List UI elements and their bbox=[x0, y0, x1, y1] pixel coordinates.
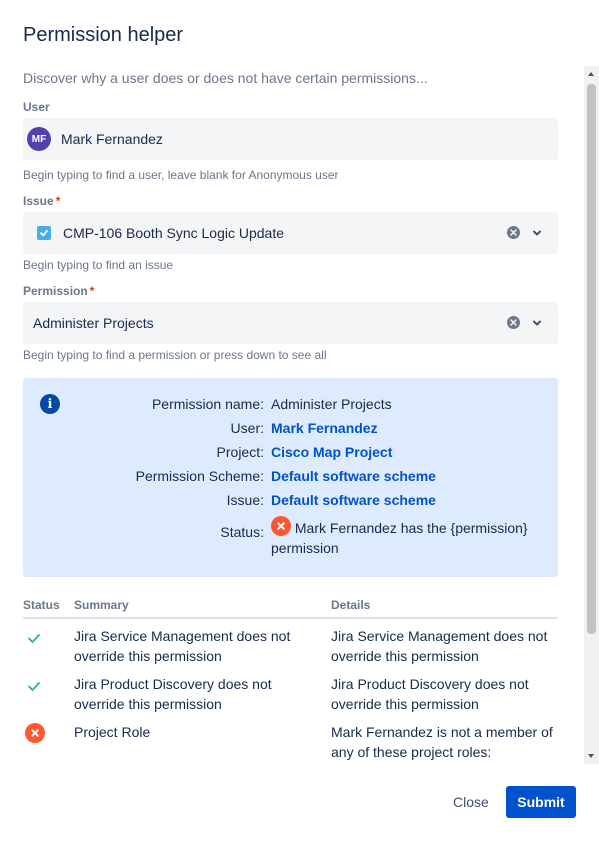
scroll-down-arrow-icon[interactable] bbox=[588, 754, 594, 758]
table-divider bbox=[23, 617, 558, 619]
dialog-description: Discover why a user does or does not hav… bbox=[23, 70, 428, 86]
user-helper-text: Begin typing to find a user, leave blank… bbox=[23, 168, 339, 182]
error-icon bbox=[271, 516, 291, 536]
table-header-details: Details bbox=[331, 598, 371, 612]
chevron-down-icon[interactable] bbox=[530, 316, 544, 330]
status-message: Mark Fernandez has the {permission} perm… bbox=[271, 516, 541, 558]
error-icon bbox=[25, 723, 45, 743]
dialog-title: Permission helper bbox=[23, 24, 184, 46]
permission-helper-dialog: Permission helper Discover why a user do… bbox=[0, 0, 599, 841]
user-label: User bbox=[23, 100, 50, 114]
issue-select-value: CMP-106 Booth Sync Logic Update bbox=[63, 225, 285, 241]
check-icon bbox=[28, 682, 40, 691]
permission-info-panel: i Permission name: Administer Projects U… bbox=[23, 378, 558, 577]
info-value: Administer Projects bbox=[271, 396, 392, 412]
user-label-text: User bbox=[23, 100, 50, 114]
info-key: User: bbox=[230, 420, 264, 436]
issue-scheme-link[interactable]: Default software scheme bbox=[271, 490, 436, 510]
issue-select[interactable]: CMP-106 Booth Sync Logic Update bbox=[23, 212, 558, 254]
required-marker: * bbox=[89, 284, 95, 298]
row-details: Mark Fernandez is not a member of any of… bbox=[331, 724, 553, 760]
vertical-scrollbar[interactable] bbox=[584, 66, 599, 764]
permission-select-value: Administer Projects bbox=[33, 315, 154, 331]
close-button[interactable]: Close bbox=[441, 786, 501, 818]
row-details: Jira Service Management does not overrid… bbox=[331, 628, 548, 664]
info-key: Status: bbox=[220, 524, 264, 540]
permission-scheme-link[interactable]: Default software scheme bbox=[271, 466, 436, 486]
project-link[interactable]: Cisco Map Project bbox=[271, 442, 392, 462]
row-details: Jira Product Discovery does not override… bbox=[331, 676, 529, 712]
check-icon bbox=[28, 634, 40, 643]
permission-helper-text: Begin typing to find a permission or pre… bbox=[23, 348, 327, 362]
table-header-summary: Summary bbox=[74, 598, 129, 612]
status-text: Mark Fernandez has the {permission} perm… bbox=[271, 520, 528, 556]
issue-label: Issue * bbox=[23, 194, 60, 208]
user-select-value: Mark Fernandez bbox=[61, 131, 163, 147]
issue-label-text: Issue bbox=[23, 194, 54, 208]
task-checkbox-icon bbox=[37, 226, 51, 240]
info-icon: i bbox=[40, 394, 60, 414]
clear-icon[interactable] bbox=[507, 316, 520, 329]
permission-label: Permission * bbox=[23, 284, 94, 298]
info-key: Permission Scheme: bbox=[135, 468, 264, 484]
info-key: Project: bbox=[216, 444, 264, 460]
user-link[interactable]: Mark Fernandez bbox=[271, 418, 378, 438]
chevron-down-icon[interactable] bbox=[530, 226, 544, 240]
avatar: MF bbox=[27, 127, 51, 151]
user-select[interactable]: MF Mark Fernandez bbox=[23, 118, 558, 160]
row-summary: Jira Service Management does not overrid… bbox=[74, 628, 291, 664]
scroll-up-arrow-icon[interactable] bbox=[588, 72, 594, 76]
table-header-status: Status bbox=[23, 598, 60, 612]
permission-select[interactable]: Administer Projects bbox=[23, 302, 558, 344]
clear-icon[interactable] bbox=[507, 226, 520, 239]
required-marker: * bbox=[55, 194, 61, 208]
submit-button[interactable]: Submit bbox=[506, 786, 576, 818]
issue-helper-text: Begin typing to find an issue bbox=[23, 258, 174, 272]
info-key: Issue: bbox=[226, 492, 264, 508]
dialog-body[interactable]: Discover why a user does or does not hav… bbox=[0, 64, 584, 764]
permission-label-text: Permission bbox=[23, 284, 88, 298]
row-summary: Project Role bbox=[74, 724, 151, 740]
row-summary: Jira Product Discovery does not override… bbox=[74, 676, 272, 712]
info-key: Permission name: bbox=[151, 396, 264, 412]
scrollbar-thumb[interactable] bbox=[587, 84, 596, 634]
